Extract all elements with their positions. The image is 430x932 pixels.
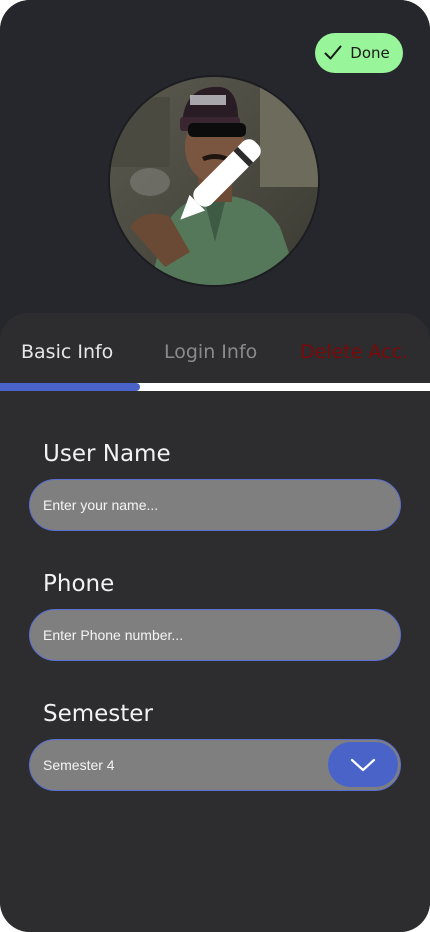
- tab-bar: Basic Info Login Info Delete Acc.: [0, 313, 430, 383]
- semester-value: Semester 4: [43, 757, 115, 773]
- semester-label: Semester: [43, 701, 153, 727]
- semester-select[interactable]: Semester 4: [29, 739, 401, 791]
- tab-indicator: [0, 383, 140, 391]
- tab-delete-account[interactable]: Delete Acc.: [300, 341, 408, 363]
- chevron-down-icon[interactable]: [328, 742, 398, 787]
- username-input[interactable]: Enter your name...: [29, 479, 401, 531]
- profile-edit-screen: Done Basic Info Login Info Delete Acc. U…: [0, 0, 430, 932]
- username-placeholder: Enter your name...: [43, 497, 159, 513]
- tab-basic-info[interactable]: Basic Info: [21, 341, 113, 363]
- phone-placeholder: Enter Phone number...: [43, 627, 184, 643]
- done-label: Done: [350, 44, 390, 62]
- username-label: User Name: [43, 441, 171, 467]
- done-button[interactable]: Done: [315, 33, 403, 73]
- phone-input[interactable]: Enter Phone number...: [29, 609, 401, 661]
- tab-login-info[interactable]: Login Info: [164, 341, 257, 363]
- pencil-icon[interactable]: [160, 130, 270, 240]
- phone-label: Phone: [43, 571, 115, 597]
- checkmark-icon: [324, 45, 342, 61]
